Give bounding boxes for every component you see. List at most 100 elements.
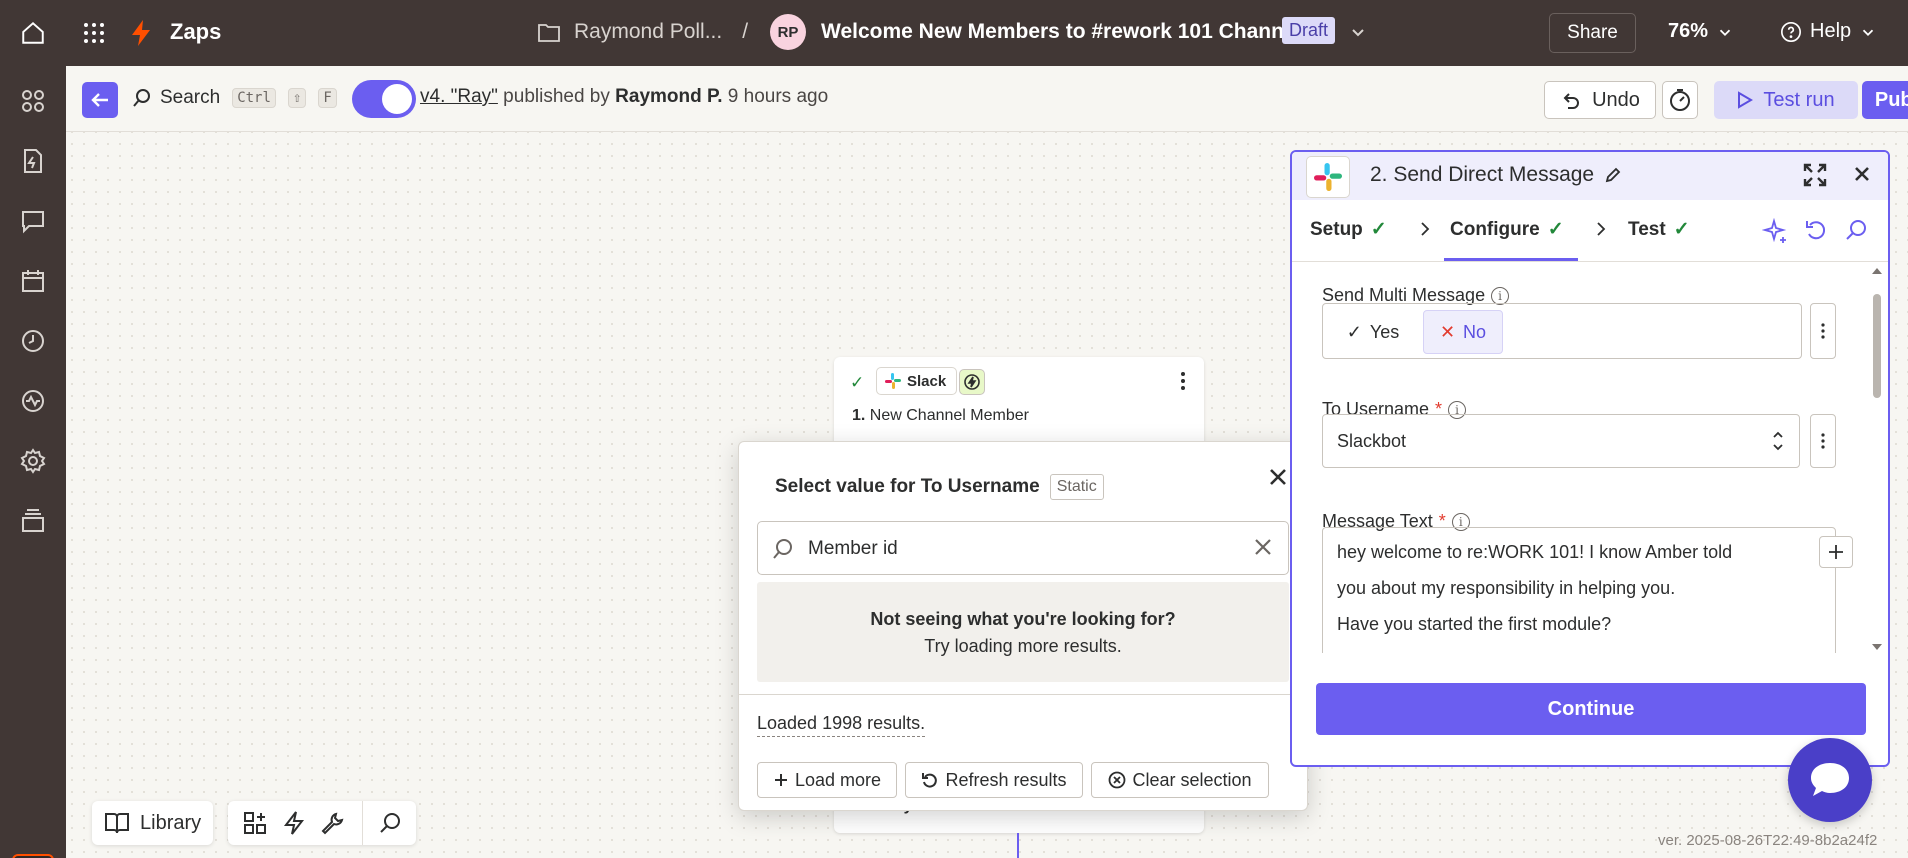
scroll-down-icon[interactable]: [1870, 642, 1884, 654]
field-menu-button[interactable]: [1810, 303, 1836, 359]
message-line: Have you started the first module?: [1337, 614, 1612, 634]
undo-button[interactable]: Undo: [1544, 81, 1656, 119]
settings-gear-icon[interactable]: [20, 448, 46, 474]
test-run-button[interactable]: Test run: [1714, 81, 1858, 119]
arrow-left-icon: [91, 93, 108, 107]
tab-label: Setup: [1310, 218, 1363, 240]
back-button[interactable]: [82, 82, 118, 118]
add-widget-icon[interactable]: [242, 810, 268, 836]
calendar-icon[interactable]: [20, 268, 46, 294]
select-arrows-icon: [1773, 431, 1783, 451]
step-tabs: Setup ✓ Configure ✓ Test ✓: [1292, 200, 1888, 262]
zoom-dropdown[interactable]: 76%: [1668, 20, 1734, 43]
support-chat-button[interactable]: [1788, 738, 1872, 822]
activity-icon[interactable]: [20, 388, 46, 414]
step-number: 1.: [852, 407, 866, 424]
share-button[interactable]: Share: [1549, 13, 1636, 53]
avatar[interactable]: RP: [770, 14, 806, 50]
tab-label: Configure: [1450, 218, 1540, 240]
chat-icon[interactable]: [20, 208, 46, 234]
panel-title[interactable]: 2. Send Direct Message: [1370, 163, 1622, 187]
refresh-results-button[interactable]: Refresh results: [905, 762, 1083, 798]
info-icon[interactable]: i: [1491, 286, 1510, 305]
home-button[interactable]: [12, 12, 54, 54]
message-text-field[interactable]: hey welcome to re:WORK 101! I know Amber…: [1322, 527, 1853, 653]
popup-title: Select value for To Username Static: [775, 474, 1104, 500]
yes-label: Yes: [1369, 321, 1400, 342]
clear-search-icon[interactable]: [1252, 536, 1274, 558]
ai-sparkle-icon[interactable]: [1762, 218, 1788, 244]
scroll-up-icon[interactable]: [1870, 264, 1884, 276]
bolt-icon[interactable]: [283, 810, 305, 836]
apps-icon[interactable]: [20, 88, 46, 114]
search-icon[interactable]: [378, 811, 402, 835]
folder-icon: [538, 24, 560, 42]
zap-title[interactable]: Welcome New Members to #rework 101 Chann…: [821, 20, 1301, 44]
field-menu-button[interactable]: [1810, 414, 1836, 468]
search-icon[interactable]: [1844, 218, 1868, 242]
help-menu[interactable]: Help: [1780, 20, 1877, 43]
search-button[interactable]: Search Ctrl ⇧ F: [132, 87, 337, 109]
chevron-down-icon: [1863, 29, 1874, 36]
check-icon: ✓: [1673, 219, 1690, 240]
more-options-icon[interactable]: [1180, 371, 1186, 391]
close-button[interactable]: [1263, 462, 1293, 492]
tab-configure[interactable]: Configure ✓: [1450, 218, 1564, 241]
app-name-label: Slack: [907, 372, 947, 390]
publish-button[interactable]: Publish: [1862, 81, 1908, 119]
apps-grid-button[interactable]: [82, 21, 106, 45]
multi-message-toggle: ✓ Yes ✕ No: [1322, 303, 1802, 359]
chevron-down-icon[interactable]: [1348, 22, 1368, 42]
empty-notice: Not seeing what you're looking for? Try …: [757, 582, 1289, 682]
load-more-button[interactable]: Load more: [757, 762, 897, 798]
top-bar: Zaps Raymond Poll... / RP Welcome New Me…: [0, 0, 1908, 66]
active-tab-indicator: [1444, 258, 1578, 261]
no-option[interactable]: ✕ No: [1423, 310, 1503, 354]
wrench-icon[interactable]: [320, 810, 346, 836]
value-search: [757, 521, 1289, 575]
loaded-count: Loaded 1998 results.: [757, 713, 926, 737]
refresh-icon: [922, 773, 938, 788]
reset-icon[interactable]: [1804, 218, 1828, 242]
folder-link[interactable]: Raymond Poll...: [574, 20, 722, 44]
step-card-trigger[interactable]: ✓ Slack 1. New Channel Member: [834, 357, 1204, 447]
tab-test[interactable]: Test ✓: [1628, 218, 1690, 241]
continue-button[interactable]: Continue: [1316, 683, 1866, 735]
close-icon[interactable]: [1852, 164, 1872, 184]
pencil-icon[interactable]: [1604, 166, 1622, 184]
publisher-name: Raymond P.: [615, 86, 723, 107]
message-line: you about my responsibility in helping y…: [1337, 578, 1676, 598]
version-link[interactable]: v4. "Ray": [420, 86, 498, 107]
to-username-select[interactable]: Slackbot: [1322, 414, 1800, 468]
step-editor-panel: 2. Send Direct Message Setup ✓ Configure…: [1290, 150, 1890, 767]
add-filter-button[interactable]: [959, 369, 985, 395]
layers-icon[interactable]: [20, 508, 46, 534]
circle-x-icon: [1109, 771, 1126, 789]
popup-title-text: Select value for To Username: [775, 476, 1040, 497]
zaps-file-icon[interactable]: [20, 148, 46, 174]
yes-option[interactable]: ✓ Yes: [1333, 310, 1413, 354]
app-name[interactable]: Zaps: [170, 19, 221, 45]
divider: [739, 694, 1307, 695]
notice-title: Not seeing what you're looking for?: [870, 609, 1176, 629]
check-icon: ✓: [1346, 321, 1362, 342]
clear-selection-button[interactable]: Clear selection: [1091, 762, 1269, 798]
history-icon[interactable]: [20, 328, 46, 354]
check-icon: ✓: [1370, 219, 1387, 240]
scrollbar[interactable]: [1870, 264, 1884, 654]
left-sidebar: [0, 66, 66, 858]
scrollbar-thumb[interactable]: [1873, 294, 1881, 398]
insert-data-button[interactable]: [1819, 536, 1853, 568]
search-input[interactable]: [808, 534, 1228, 564]
zap-on-toggle[interactable]: [352, 80, 416, 118]
plus-icon: [1829, 545, 1843, 559]
ai-copilot-button[interactable]: [12, 854, 54, 858]
expand-icon[interactable]: [1802, 162, 1828, 188]
x-icon: ✕: [1439, 321, 1456, 342]
refresh-label: Refresh results: [945, 769, 1067, 790]
shortcut-key-shift: ⇧: [287, 88, 307, 108]
notice-body: Try loading more results.: [924, 636, 1122, 656]
library-button[interactable]: Library: [92, 801, 214, 845]
tab-setup[interactable]: Setup ✓: [1310, 218, 1387, 241]
version-history-button[interactable]: [1662, 81, 1698, 119]
